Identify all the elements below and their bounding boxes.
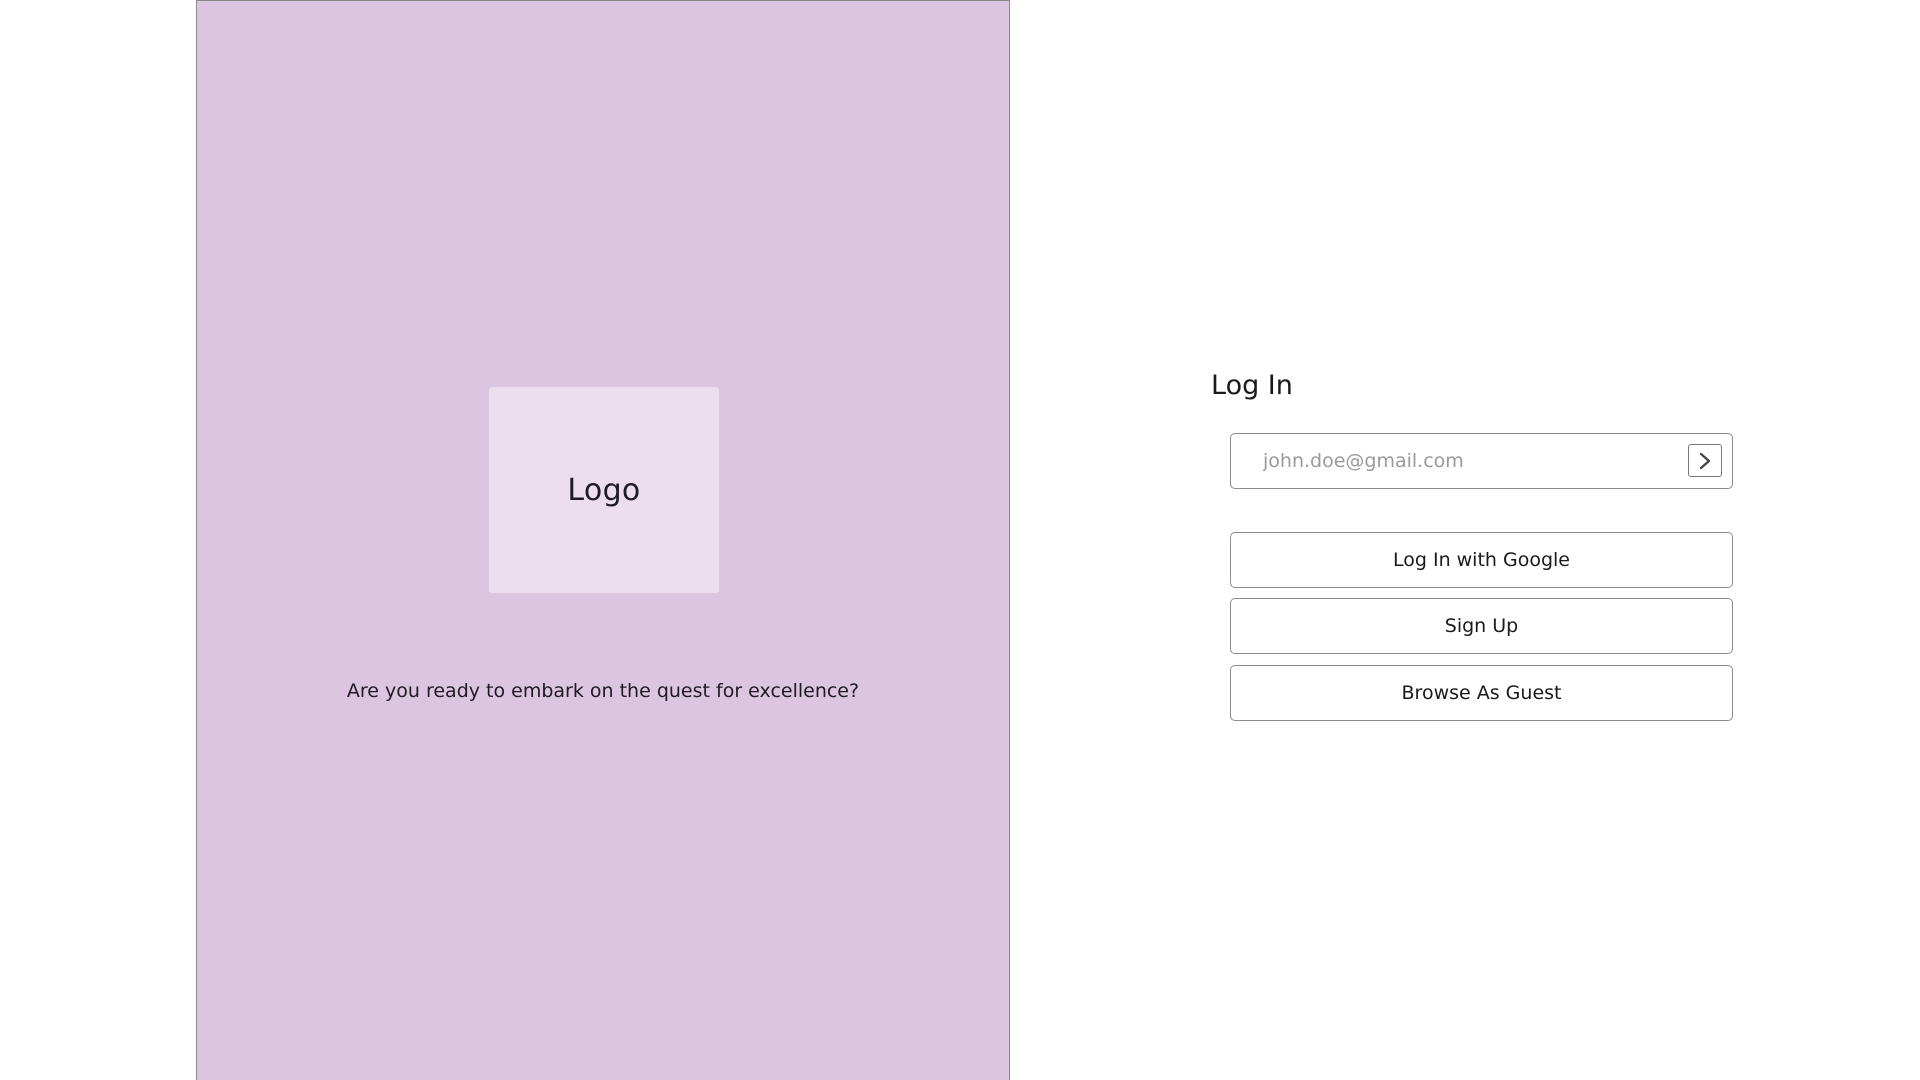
- google-login-button[interactable]: Log In with Google: [1230, 532, 1733, 588]
- logo-label: Logo: [567, 472, 641, 508]
- email-field: [1230, 433, 1733, 489]
- sign-up-button[interactable]: Sign Up: [1230, 598, 1733, 654]
- chevron-right-icon: [1699, 452, 1711, 469]
- email-input[interactable]: [1263, 434, 1663, 488]
- brand-panel: Logo Are you ready to embark on the ques…: [196, 0, 1010, 1080]
- logo-placeholder: Logo: [489, 387, 719, 593]
- browse-as-guest-button[interactable]: Browse As Guest: [1230, 665, 1733, 721]
- login-title: Log In: [1211, 370, 1293, 401]
- login-page: Logo Are you ready to embark on the ques…: [0, 0, 1920, 1080]
- tagline: Are you ready to embark on the quest for…: [346, 680, 860, 702]
- email-submit-button[interactable]: [1688, 444, 1722, 477]
